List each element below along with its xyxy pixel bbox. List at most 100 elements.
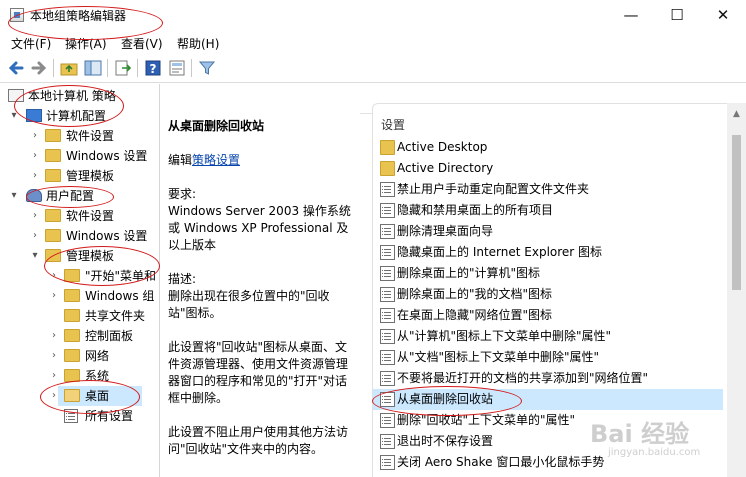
setting-row[interactable]: Active Desktop — [373, 137, 723, 158]
setting-row[interactable]: 删除桌面上的"我的文档"图标 — [373, 284, 723, 305]
edit-prefix: 编辑 — [168, 153, 193, 167]
tree-item-c-admin[interactable]: › 管理模板 — [0, 166, 159, 186]
tree-item-system[interactable]: › 系统 — [0, 366, 159, 386]
tree-item-root[interactable]: 本地计算机 策略 — [0, 86, 159, 106]
tree-item-c-windows[interactable]: › Windows 设置 — [0, 146, 159, 166]
properties-icon[interactable] — [167, 58, 187, 78]
setting-row[interactable]: 不要将最近打开的文档的共享添加到"网络位置" — [373, 368, 723, 389]
filter-icon[interactable] — [197, 58, 217, 78]
folder-icon — [64, 349, 80, 362]
setting-label: 退出时不保存设置 — [397, 434, 494, 448]
chevron-right-icon[interactable]: › — [49, 266, 59, 286]
setting-row[interactable]: 删除清理桌面向导 — [373, 221, 723, 242]
minimize-button[interactable]: — — [608, 0, 654, 31]
setting-row[interactable]: 删除桌面上的"计算机"图标 — [373, 263, 723, 284]
menu-file[interactable]: 文件(F) — [11, 35, 51, 52]
menu-help[interactable]: 帮助(H) — [177, 35, 219, 52]
settings-list: 设置 Active Desktop Active Directory 禁止用户手动重… — [372, 103, 746, 477]
chevron-down-icon[interactable]: ▾ — [9, 106, 19, 126]
tree-item-all-settings[interactable]: 所有设置 — [0, 406, 159, 426]
setting-label: 删除"回收站"上下文菜单的"属性" — [397, 413, 576, 427]
policy-icon — [380, 371, 395, 386]
folder-icon — [380, 140, 395, 155]
chevron-right-icon[interactable]: › — [49, 286, 59, 306]
setting-row[interactable]: 隐藏和禁用桌面上的所有项目 — [373, 200, 723, 221]
chevron-right-icon[interactable]: › — [49, 366, 59, 386]
setting-row[interactable]: 从桌面删除回收站 — [373, 389, 723, 410]
policy-icon — [380, 203, 395, 218]
tree-item-windows-components[interactable]: › Windows 组 — [0, 286, 159, 306]
toolbar-separator — [191, 59, 192, 77]
setting-label: 在桌面上隐藏"网络位置"图标 — [397, 308, 553, 322]
setting-label: 从桌面删除回收站 — [397, 392, 494, 406]
help-icon[interactable]: ? — [143, 58, 163, 78]
chevron-right-icon[interactable]: › — [30, 226, 40, 246]
requirements-label: 要求: — [168, 187, 197, 201]
forward-icon[interactable] — [29, 58, 49, 78]
setting-row[interactable]: 在桌面上隐藏"网络位置"图标 — [373, 305, 723, 326]
tree-item-u-software[interactable]: › 软件设置 — [0, 206, 159, 226]
setting-row[interactable]: 隐藏桌面上的 Internet Explorer 图标 — [373, 242, 723, 263]
tree-item-u-windows[interactable]: › Windows 设置 — [0, 226, 159, 246]
policy-icon — [380, 245, 395, 260]
toolbar-separator — [137, 59, 138, 77]
tree-item-computer-config[interactable]: ▾ 计算机配置 — [0, 106, 159, 126]
export-list-icon[interactable] — [113, 58, 133, 78]
column-header-setting[interactable]: 设置 — [381, 116, 405, 133]
tree-item-start-menu[interactable]: › "开始"菜单和 — [0, 266, 159, 286]
setting-label: 隐藏和禁用桌面上的所有项目 — [397, 203, 554, 217]
policy-icon — [380, 287, 395, 302]
menu-action[interactable]: 操作(A) — [65, 35, 107, 52]
chevron-down-icon[interactable]: ▾ — [9, 186, 19, 206]
tree-item-user-config[interactable]: ▾ 用户配置 — [0, 186, 159, 206]
chevron-right-icon[interactable]: › — [30, 146, 40, 166]
folder-icon — [45, 209, 61, 222]
edit-policy-link[interactable]: 策略设置 — [192, 153, 240, 167]
setting-row[interactable]: Active Directory — [373, 158, 723, 179]
scroll-up-icon[interactable]: ▲ — [727, 109, 746, 123]
description-paragraph: 此设置将"回收站"图标从桌面、文件资源管理器、使用文件资源管理器窗口的程序和常见… — [168, 340, 349, 405]
chevron-right-icon[interactable]: › — [49, 326, 59, 346]
description-label: 描述: — [168, 272, 197, 286]
chevron-right-icon[interactable]: › — [49, 346, 59, 366]
tree-label: 控制面板 — [85, 329, 134, 343]
setting-label: 删除桌面上的"我的文档"图标 — [397, 287, 553, 301]
description-text: 删除出现在很多位置中的"回收站"图标。 — [168, 289, 330, 320]
toolbar: ? — [0, 53, 746, 83]
tree-label: "开始"菜单和 — [85, 269, 157, 283]
setting-label: 删除清理桌面向导 — [397, 224, 494, 238]
chevron-right-icon[interactable]: › — [30, 206, 40, 226]
folder-icon — [380, 161, 395, 176]
back-icon[interactable] — [6, 58, 26, 78]
setting-row[interactable]: 从"计算机"图标上下文菜单中删除"属性" — [373, 326, 723, 347]
tree-label: Windows 设置 — [66, 229, 148, 243]
tree-item-c-software[interactable]: › 软件设置 — [0, 126, 159, 146]
setting-label: 禁止用户手动重定向配置文件文件夹 — [397, 182, 590, 196]
folder-icon — [45, 129, 61, 142]
console-tree: 本地计算机 策略 ▾ 计算机配置 › 软件设置 › Windows 设置 › 管… — [0, 84, 160, 477]
chevron-down-icon[interactable]: ▾ — [30, 246, 40, 266]
maximize-button[interactable]: ☐ — [654, 0, 700, 31]
toolbar-separator — [107, 59, 108, 77]
setting-row[interactable]: 禁止用户手动重定向配置文件文件夹 — [373, 179, 723, 200]
setting-label: 不要将最近打开的文档的共享添加到"网络位置" — [397, 371, 649, 385]
tree-label: 管理模板 — [66, 249, 115, 263]
edit-line: 编辑策略设置 — [168, 152, 356, 169]
vertical-scrollbar[interactable]: ▲ — [727, 103, 746, 477]
up-folder-icon[interactable] — [59, 58, 79, 78]
tree-item-u-admin[interactable]: ▾ 管理模板 — [0, 246, 159, 266]
tree-item-network[interactable]: › 网络 — [0, 346, 159, 366]
chevron-right-icon[interactable]: › — [30, 166, 40, 186]
chevron-right-icon[interactable]: › — [30, 126, 40, 146]
menu-view[interactable]: 查看(V) — [121, 35, 163, 52]
requirements-text: Windows Server 2003 操作系统或 Windows XP Pro… — [168, 204, 351, 252]
scroll-thumb[interactable] — [732, 135, 741, 290]
chevron-right-icon[interactable]: › — [49, 386, 59, 406]
setting-label: 从"计算机"图标上下文菜单中删除"属性" — [397, 329, 612, 343]
close-button[interactable]: ✕ — [700, 0, 746, 31]
setting-row[interactable]: 从"文档"图标上下文菜单中删除"属性" — [373, 347, 723, 368]
tree-item-desktop[interactable]: › 桌面 — [52, 386, 142, 406]
tree-item-shared-folders[interactable]: 共享文件夹 — [0, 306, 159, 326]
show-hide-tree-icon[interactable] — [83, 58, 103, 78]
tree-item-control-panel[interactable]: › 控制面板 — [0, 326, 159, 346]
